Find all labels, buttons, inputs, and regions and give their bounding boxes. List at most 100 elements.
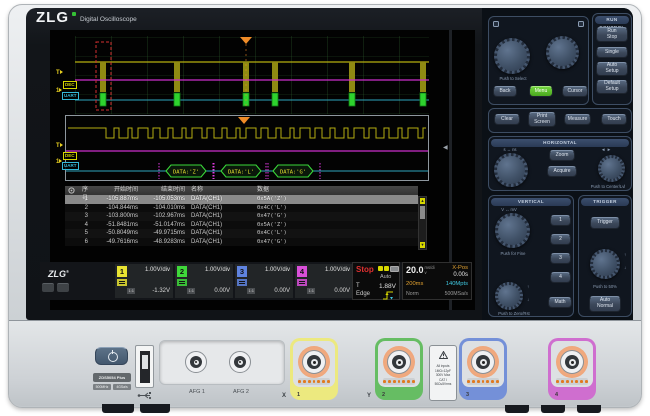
channel-2-number: 2	[382, 392, 385, 398]
afg1-label: AFG 1	[185, 389, 209, 395]
channel-1-button[interactable]: 1	[550, 215, 571, 226]
single-button[interactable]: Single	[596, 47, 628, 58]
status-bar-logo: ZLG®	[48, 267, 69, 279]
multifunction-knob-b[interactable]	[546, 36, 579, 69]
auto-setup-button[interactable]: Auto Setup	[596, 62, 628, 76]
math-button[interactable]: Math	[548, 297, 572, 308]
back-button[interactable]: Back	[493, 86, 517, 97]
run-stop-button[interactable]: Run Stop	[596, 27, 628, 42]
trigger-kind: Edge	[356, 291, 370, 297]
trigger-level: 1.88V	[379, 283, 396, 290]
channel-2-input: 2	[375, 338, 423, 400]
channel-1-badge: 1	[117, 266, 127, 277]
scroll-up-button[interactable]: ▲	[420, 198, 425, 204]
channel-3-probe-ratio: 1:1	[247, 288, 255, 294]
acquisition-state: Stop	[356, 265, 374, 274]
cursor-button[interactable]: Cursor	[562, 86, 588, 97]
timebase-scale: 20.0 ms/div	[406, 266, 436, 275]
channel-1-offset: -1.32V	[152, 288, 170, 294]
model-label: ZDS5054 Plus	[93, 373, 131, 382]
table-row[interactable]: 5-50.8049ms-49.9715msDATA(CH1)0x4C('L')	[65, 229, 418, 238]
horizontal-position-arrows: ◄ ►	[601, 147, 611, 152]
device-foot	[140, 404, 170, 413]
push-to-zero-label: Push to Zero/Rst	[489, 311, 539, 316]
brand-tagline: Digital Oscilloscope	[80, 16, 137, 23]
channel-4-input: 4	[548, 338, 596, 400]
menu-collapse-arrow[interactable]: ◀	[443, 144, 448, 151]
scroll-thumb[interactable]	[420, 206, 425, 219]
brand-logo: ZLG	[36, 10, 69, 26]
usb-port	[135, 345, 154, 388]
touch-button[interactable]: Touch	[601, 114, 627, 125]
usb-icon	[137, 391, 152, 400]
decode-table-header: 序号 开始时间 结束时间 名称 数据	[65, 186, 418, 195]
zoom-button[interactable]: Zoom	[549, 150, 575, 161]
lcd-shortcut-icon-1[interactable]	[42, 283, 54, 292]
trigger-indicator-1	[378, 266, 383, 271]
uart-bus-label-2: UART	[62, 162, 79, 170]
vertical-arrow-down: ↓	[527, 297, 529, 302]
default-setup-button[interactable]: Default Setup	[596, 80, 628, 94]
channel-3-info[interactable]: 3 1.00V/div 1:1 0.00V	[235, 264, 293, 298]
channel-2-button[interactable]: 2	[550, 234, 571, 245]
channel-2-info[interactable]: 2 1.00V/div 1:1 0.00V	[175, 264, 233, 298]
acquire-button[interactable]: Acquire	[547, 166, 577, 177]
channel-1-contact-dots	[298, 378, 330, 385]
channel-3-button[interactable]: 3	[550, 253, 571, 264]
table-row[interactable]: 1-105.887ms-105.053msDATA(CH1)0x5A('Z')	[65, 195, 418, 204]
measure-button[interactable]: Measure	[564, 114, 591, 125]
horizontal-range-label: s ↔ ns	[494, 147, 526, 152]
print-screen-button[interactable]: Print Screen	[528, 112, 556, 127]
trigger-source: T	[356, 283, 360, 289]
channel-2-coupling-icon	[177, 279, 187, 286]
bandwidth-badge: 500MHz	[93, 384, 111, 390]
trigger-sweep-mode: Auto	[380, 274, 391, 280]
input-rating-label: All inputs 1MΩ=12pF 300V Max CAT I 50Ω≤5…	[429, 345, 457, 401]
horizontal-position-knob[interactable]	[598, 155, 625, 182]
trigger-status-box[interactable]: Stop Auto T Edge 1.88V	[352, 262, 400, 300]
trigger-level-knob[interactable]	[590, 249, 620, 279]
channel-4-badge: 4	[297, 266, 307, 277]
table-row[interactable]: 2-104.844ms-104.010msDATA(CH1)0x4C('L')	[65, 204, 418, 213]
uart-bus-label-1: UART	[62, 92, 79, 100]
channel-4-bnc	[556, 346, 588, 378]
trigger-level-marker-1: T	[56, 70, 63, 76]
channel-3-badge: 3	[237, 266, 247, 277]
lcd-shortcut-icon-2[interactable]	[57, 283, 69, 292]
decode-bubble-1: DATA:'Z'	[173, 169, 199, 175]
scroll-down-button[interactable]: ▼	[420, 242, 425, 248]
usb-tongue	[142, 355, 148, 369]
push-to-center-label: Push to Center/Lvl	[586, 184, 630, 189]
channel-3-coupling-icon	[237, 279, 247, 286]
channel-1-scale: 1.00V/div	[145, 267, 170, 273]
afg-panel	[159, 340, 285, 385]
channel-3-scale: 1.00V/div	[265, 267, 290, 273]
vertical-scale-knob[interactable]	[495, 213, 530, 248]
table-row[interactable]: 6-49.7616ms-48.9283msDATA(CH1)0x47('G')	[65, 238, 418, 247]
table-scrollbar[interactable]: ▲ ▼	[418, 196, 427, 250]
auto-normal-button[interactable]: Auto Normal	[589, 296, 621, 312]
table-row[interactable]: 3-103.800ms-102.967msDATA(CH1)0x47('G')	[65, 212, 418, 221]
y-axis-label: Y	[367, 393, 371, 399]
menu-button[interactable]: Menu	[529, 86, 553, 97]
waveform-window-zoom: DATA:'Z' DATA:'L' DATA:'G'	[65, 115, 429, 181]
device-foot	[102, 404, 134, 413]
power-button[interactable]	[95, 347, 128, 365]
horizontal-scale-knob[interactable]	[494, 153, 528, 187]
brand-logo-dot	[72, 12, 76, 16]
table-row[interactable]: 4-51.8481ms-51.0147msDATA(CH1)0x5A('Z')	[65, 221, 418, 230]
clear-button[interactable]: Clear	[494, 114, 520, 125]
channel-1-info[interactable]: 1 1.00V/div 1:1 -1.32V	[115, 264, 173, 298]
horizontal-title: HORIZONTAL	[491, 139, 629, 147]
multifunction-knob-a[interactable]	[494, 38, 530, 74]
vertical-position-knob[interactable]	[495, 282, 523, 310]
vertical-range-label: V ↔ mV	[493, 207, 525, 212]
trigger-indicator-2	[384, 266, 389, 271]
channel-2-contact-dots	[383, 378, 415, 385]
channel-4-button[interactable]: 4	[550, 272, 571, 283]
trigger-menu-button[interactable]: Trigger	[590, 217, 620, 229]
device-foot	[505, 405, 529, 413]
timebase-status-box[interactable]: 20.0 ms/div X-Pos 0.00s 200ms Norm 140Mp…	[402, 262, 472, 300]
channel-2-badge: 2	[177, 266, 187, 277]
channel-4-info[interactable]: 4 1.00V/div 1:1 0.00V	[295, 264, 353, 298]
